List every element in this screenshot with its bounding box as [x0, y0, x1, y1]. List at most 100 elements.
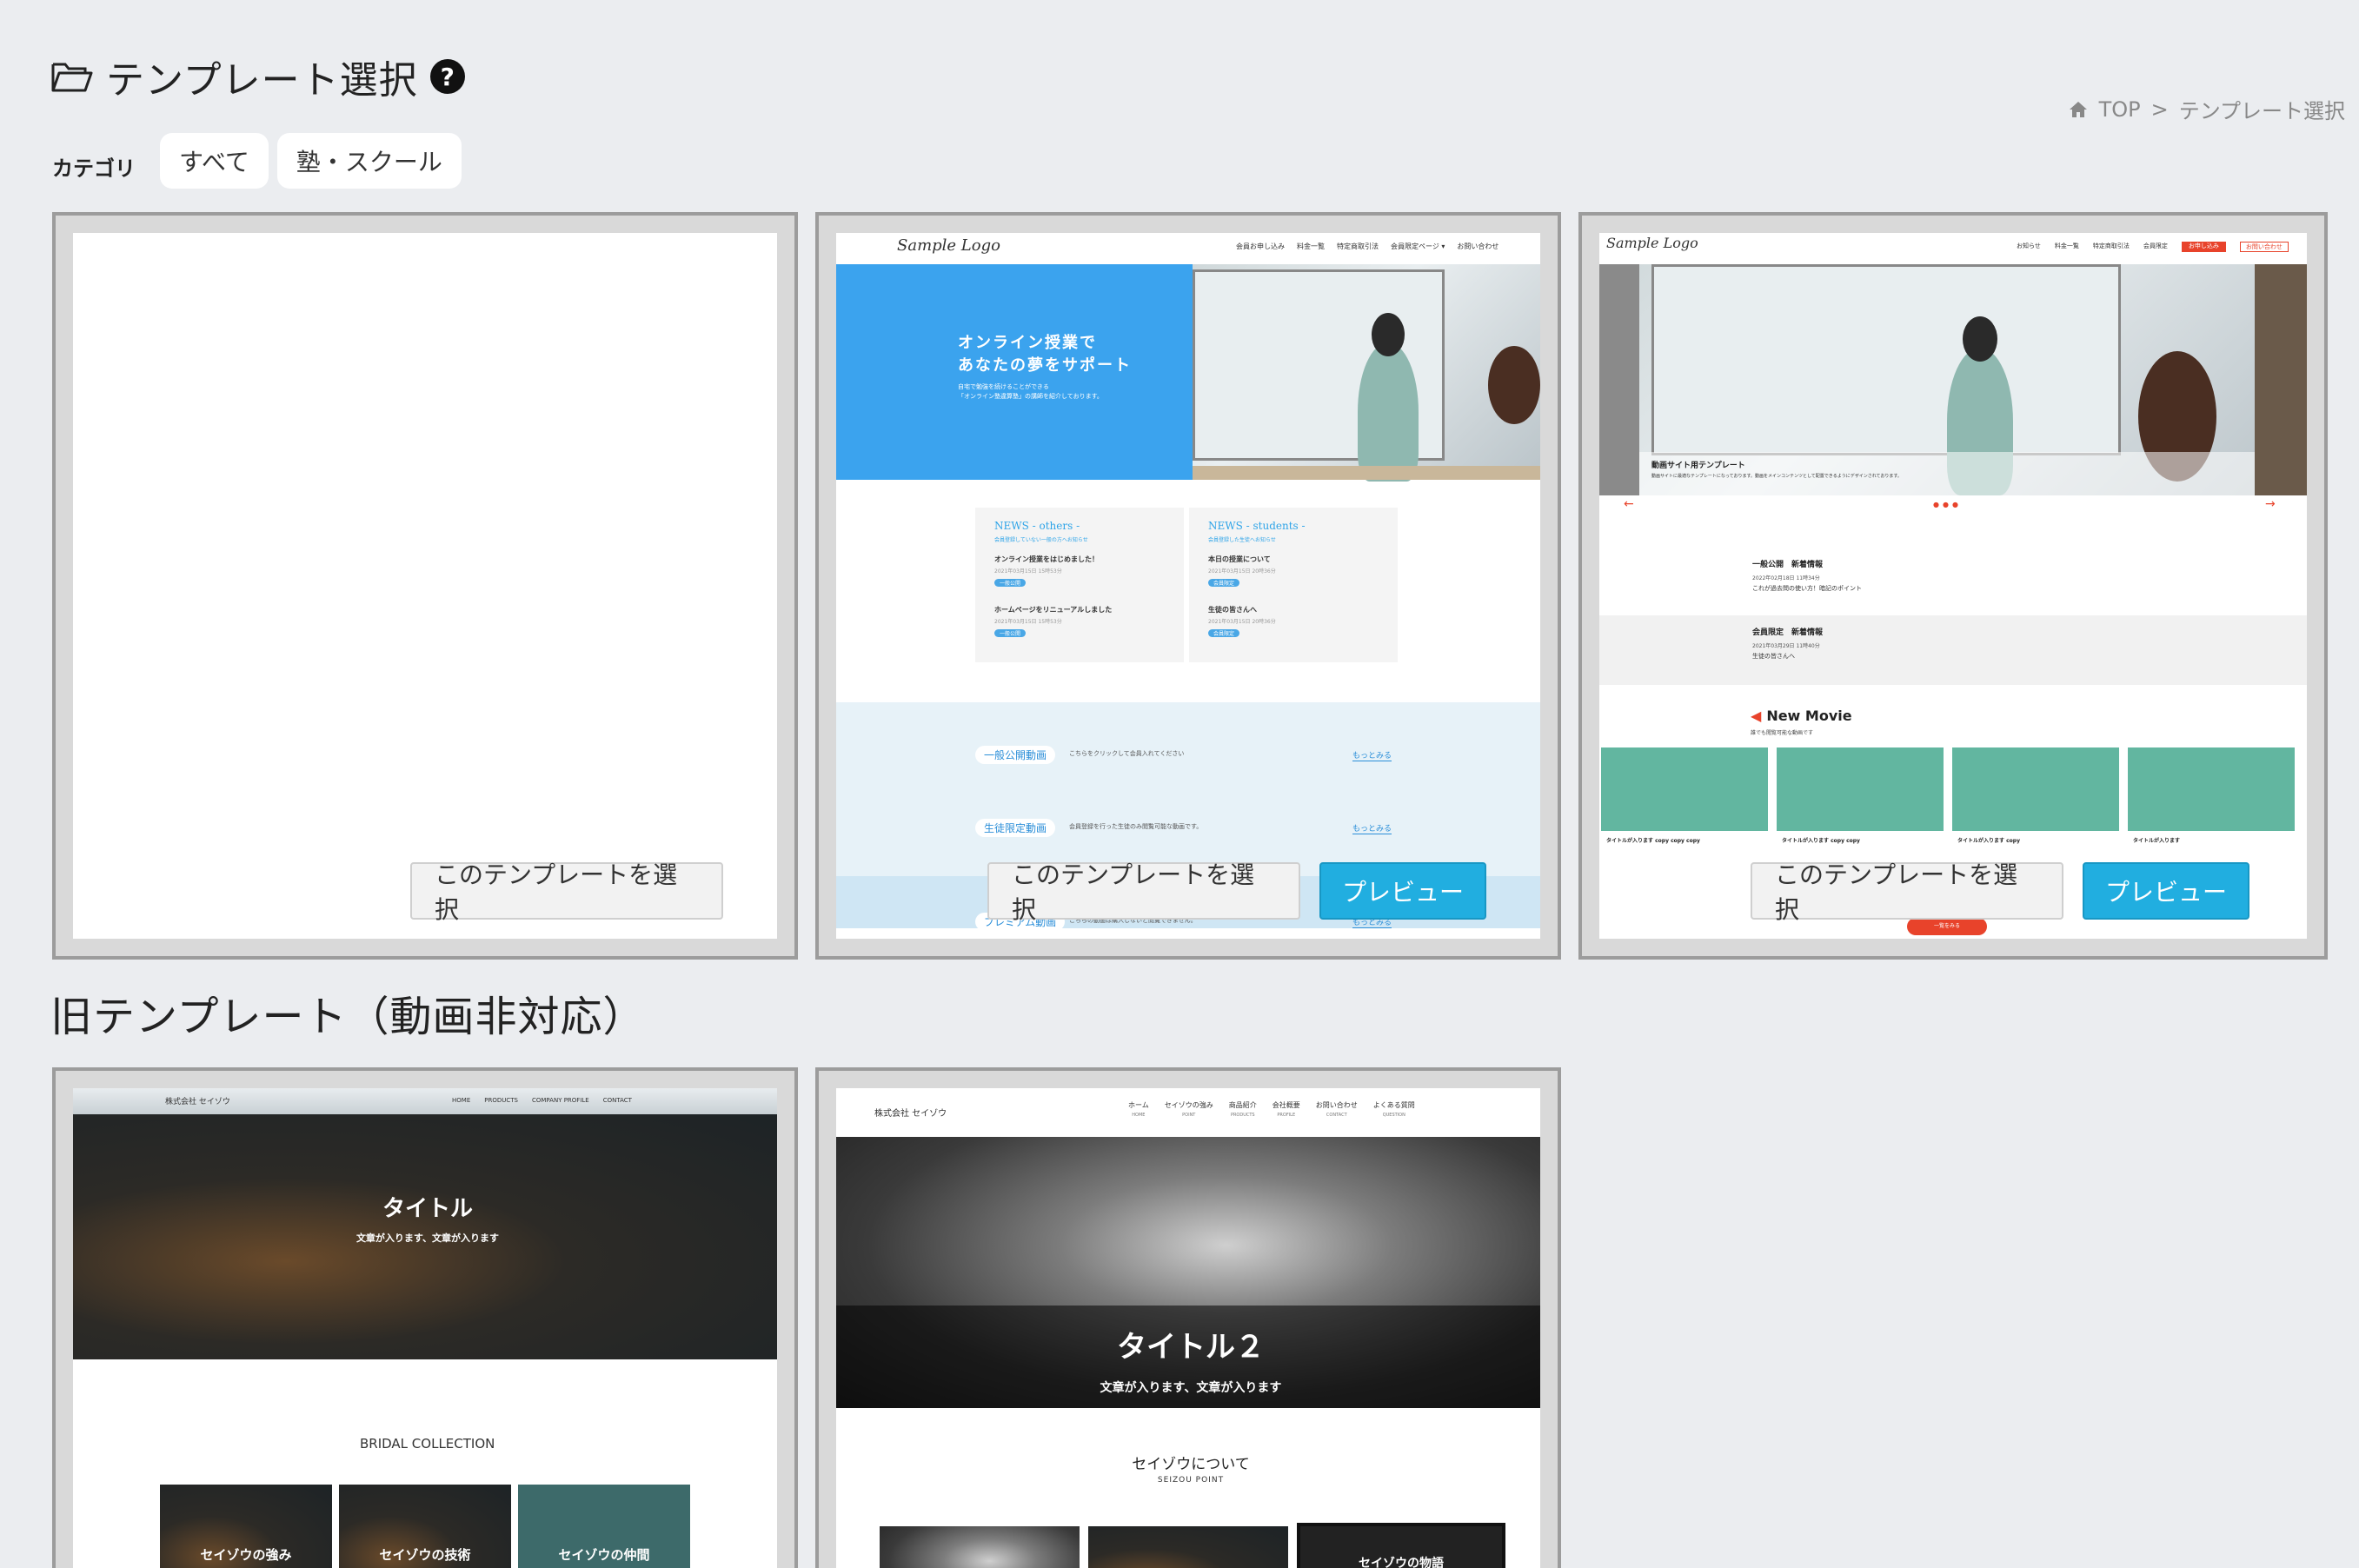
preview-video-desc: 会員登録を行った生徒のみ閲覧可能な動画です。 [1069, 823, 1203, 830]
page-title: テンプレート選択 [106, 58, 418, 103]
preview-movie-thumb [1601, 747, 1768, 831]
preview-tile [1088, 1526, 1288, 1568]
preview-news-block: 会員限定 新着情報 2021年03月29日 11時40分 生徒の皆さんへ [1599, 615, 2307, 685]
category-chip-school[interactable]: 塾・スクール [276, 133, 462, 189]
preview-movie-title: タイトルが入ります copy [1957, 838, 2020, 844]
preview-movie-thumb [1952, 747, 2119, 831]
preview-news-title: NEWS - others - [994, 520, 1080, 532]
preview-button[interactable]: プレビュー [1319, 862, 1486, 920]
category-chip-all[interactable]: すべて [160, 133, 269, 189]
template-card-school-1[interactable]: Sample Logo 会員お申し込み 料金一覧 特定商取引法 会員限定ページ … [815, 212, 1561, 960]
preview-movie-title: タイトルが入ります copy copy [1782, 838, 1860, 844]
preview-hero-heading: オンライン授業で あなたの夢をサポート [958, 332, 1132, 377]
preview-hero-line: オンライン授業で [958, 334, 1097, 352]
preview-student-head [1488, 346, 1540, 424]
preview-hero-subline: 自宅で勉強を続けることができる [958, 383, 1049, 390]
template-card-seizou-1[interactable]: 株式会社 セイゾウ HOME PRODUCTS COMPANY PROFILE … [52, 1067, 798, 1568]
preview-hero-line: あなたの夢をサポート [958, 356, 1132, 375]
preview-hero-subline: 「オンライン塾違算塾」の講師を紹介しております。 [958, 393, 1103, 400]
preview-logo: Sample Logo [897, 236, 1000, 255]
preview-nav-item: PRODUCTS [484, 1097, 518, 1104]
preview-news-date: 2021年03月15日 15時53分 [994, 619, 1062, 625]
preview-hero-sub: 文章が入ります、文章が入ります [1100, 1381, 1282, 1395]
breadcrumb-home-link[interactable]: TOP [2099, 97, 2141, 122]
preview-movie-title: タイトルが入ります copy copy copy [1606, 838, 1700, 844]
preview-movie-heading-text: New Movie [1766, 708, 1852, 724]
select-template-button[interactable]: このテンプレートを選択 [987, 860, 1300, 924]
preview-news-date: 2021年03月29日 11時40分 [1752, 643, 1820, 649]
preview-news-item: 生徒の皆さんへ [1208, 606, 1257, 614]
preview-nav-cta: お申し込み [2181, 242, 2226, 252]
legacy-section-title: 旧テンプレート（動画非対応） [50, 993, 646, 1041]
preview-news-text: これが過去問の使い方！暗記のポイント [1752, 585, 1862, 592]
template-preview-school-1: Sample Logo 会員お申し込み 料金一覧 特定商取引法 会員限定ページ … [836, 233, 1540, 939]
preview-tile [880, 1526, 1080, 1568]
preview-movie-title: タイトルが入ります [2133, 838, 2181, 844]
breadcrumb: TOP > テンプレート選択 [2068, 94, 2345, 124]
preview-video-desc: こちらをクリックして会員入れてください [1069, 750, 1185, 757]
template-card-blank[interactable]: このテンプレートを選択 [52, 212, 798, 960]
category-label: カテゴリ [52, 156, 136, 181]
template-preview-blank [73, 233, 777, 939]
help-icon[interactable]: ? [429, 59, 465, 94]
preview-nav-item: 会員お申し込み [1236, 243, 1285, 250]
preview-nav-item: 会社概要 PROFILE [1272, 1101, 1300, 1118]
preview-desk [1193, 466, 1540, 480]
preview-movie-thumb [1777, 747, 1944, 831]
preview-nav-item: お問い合わせ CONTACT [1315, 1101, 1358, 1118]
preview-news-tag: 一般公開 [994, 629, 1027, 637]
select-template-button[interactable]: このテンプレートを選択 [410, 860, 723, 924]
preview-whiteboard [1651, 264, 2121, 455]
preview-nav-item: 料金一覧 [1297, 243, 1325, 250]
preview-news-date: 2021年03月15日 20時36分 [1208, 568, 1276, 575]
preview-news-sub: 会員登録していない一般の方へお知らせ [994, 537, 1088, 543]
preview-caption-text: 動画サイトに最適なテンプレートになっております。動画をメインコンテンツとして配置… [1651, 474, 1902, 479]
preview-teacher-head [1372, 313, 1405, 356]
preview-nav: 会員お申し込み 料金一覧 特定商取引法 会員限定ページ ▾ お問い合わせ [1236, 242, 1498, 251]
page-header: テンプレート選択 ? [50, 49, 465, 104]
preview-nav-item: お問い合わせ [1457, 243, 1499, 250]
preview-hero-photo [1193, 264, 1540, 482]
select-template-button[interactable]: このテンプレートを選択 [1751, 860, 2063, 924]
preview-news-title: 一般公開 新着情報 [1752, 561, 1824, 569]
preview-news-date: 2022年02月18日 11時34分 [1752, 575, 1820, 581]
preview-arrow-left-icon: ← [1624, 497, 1634, 511]
preview-tile-label: セイゾウの物語 [1359, 1557, 1444, 1568]
template-card-seizou-2[interactable]: 株式会社 セイゾウ ホーム HOME セイゾウの強み POINT 商品紹介 PRODU… [815, 1067, 1561, 1568]
preview-nav: お知らせ 料金一覧 特定商取引法 会員限定 お申し込み お問い合わせ [2017, 242, 2289, 252]
preview-caption-title: 動画サイト用テンプレート [1651, 462, 1745, 470]
breadcrumb-current: テンプレート選択 [2178, 99, 2345, 123]
preview-news-item: ホームページをリニューアルしました [994, 606, 1113, 614]
preview-hero-title: タイトル [382, 1196, 473, 1222]
preview-hero-sub: 自宅で勉強を続けることができる 「オンライン塾違算塾」の講師を紹介しております。 [958, 382, 1103, 402]
template-preview-seizou-2: 株式会社 セイゾウ ホーム HOME セイゾウの強み POINT 商品紹介 PRODU… [836, 1088, 1540, 1568]
home-icon[interactable] [2068, 100, 2089, 119]
template-card-school-2[interactable]: Sample Logo お知らせ 料金一覧 特定商取引法 会員限定 お申し込み … [1578, 212, 2328, 960]
preview-arrow-right-icon: → [2265, 497, 2276, 511]
preview-collection-title: BRIDAL COLLECTION [360, 1436, 495, 1452]
preview-slide-left-edge [1599, 264, 1639, 495]
preview-nav-item: セイゾウの強み POINT [1164, 1101, 1213, 1118]
preview-tile-label: セイゾウの仲間 [558, 1547, 650, 1563]
preview-news-item: 本日の授業について [1208, 555, 1271, 563]
preview-nav-item: ホーム HOME [1128, 1101, 1149, 1118]
preview-nav-item: 料金一覧 [2054, 243, 2079, 249]
preview-button[interactable]: プレビュー [2083, 862, 2249, 920]
preview-nav-item: よくある質問 QUESTION [1372, 1101, 1415, 1118]
preview-nav-item: 特定商取引法 [1337, 243, 1379, 250]
preview-news-sub: 会員登録した生徒へお知らせ [1208, 537, 1276, 543]
breadcrumb-separator: > [2150, 96, 2169, 122]
category-filter: カテゴリ すべて 塾・スクール [52, 130, 462, 191]
preview-nav-item: 会員限定 [2143, 243, 2168, 249]
preview-nav-item: HOME [452, 1097, 471, 1104]
preview-movie-heading: ◀ New Movie [1751, 708, 1852, 724]
preview-logo: 株式会社 セイゾウ [165, 1098, 230, 1106]
preview-logo: 株式会社 セイゾウ [874, 1109, 947, 1119]
preview-slide-right-edge [2255, 264, 2307, 495]
preview-nav-item: COMPANY PROFILE [531, 1097, 589, 1104]
preview-movie-thumb [2128, 747, 2295, 831]
preview-news-date: 2021年03月15日 20時36分 [1208, 619, 1276, 625]
preview-nav-item: お知らせ [2017, 243, 2041, 249]
preview-nav-cta: お問い合わせ [2239, 242, 2289, 252]
preview-teacher-head [1963, 316, 1997, 362]
